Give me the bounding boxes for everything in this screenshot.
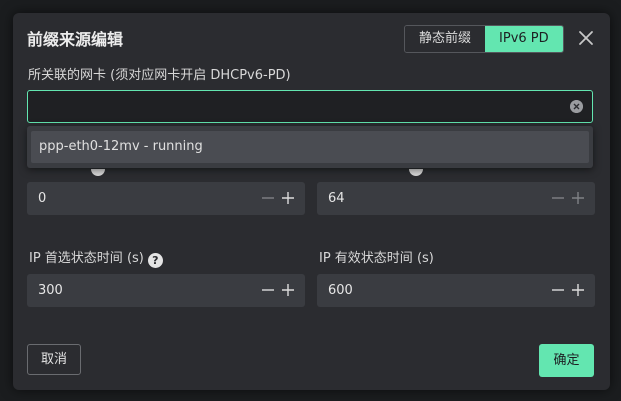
interface-select[interactable] [27, 90, 593, 123]
plus-icon[interactable] [281, 190, 295, 206]
clear-icon[interactable] [570, 100, 583, 113]
help-icon[interactable] [409, 169, 423, 176]
dialog-title: 前缀来源编辑 [27, 30, 124, 49]
valid-lifetime-label: IP 有效状态时间 (s) [319, 251, 434, 266]
prefix-field-b-value: 64 [328, 191, 345, 206]
minus-icon[interactable] [551, 282, 565, 298]
tab-ipv6-pd[interactable]: IPv6 PD [485, 26, 563, 52]
preferred-lifetime-value: 300 [38, 283, 63, 298]
cancel-button[interactable]: 取消 [27, 344, 81, 375]
help-icon[interactable]: ? [147, 253, 163, 268]
source-type-toggle: 静态前缀 IPv6 PD [404, 25, 564, 53]
valid-lifetime-input[interactable]: 600 [317, 274, 595, 307]
tab-static-prefix[interactable]: 静态前缀 [405, 26, 486, 52]
dropdown-option[interactable]: ppp-eth0-12mv - running [31, 131, 589, 163]
plus-icon[interactable] [571, 282, 585, 298]
help-icon[interactable] [91, 169, 105, 176]
confirm-button[interactable]: 确定 [539, 344, 594, 377]
prefix-field-a-value: 0 [38, 191, 47, 206]
close-icon[interactable] [576, 28, 596, 48]
prefix-source-dialog: 前缀来源编辑 静态前缀 IPv6 PD 所关联的网卡 (须对应网卡开启 DHCP… [13, 13, 610, 390]
interface-dropdown: ppp-eth0-12mv - running [27, 126, 593, 168]
prefix-field-b[interactable]: 64 [317, 182, 595, 215]
interface-label: 所关联的网卡 (须对应网卡开启 DHCPv6-PD) [28, 68, 291, 83]
minus-icon[interactable] [551, 190, 565, 206]
preferred-lifetime-label: IP 首选状态时间 (s)? [29, 247, 163, 268]
preferred-lifetime-input[interactable]: 300 [27, 274, 305, 307]
prefix-field-a[interactable]: 0 [27, 182, 305, 215]
valid-lifetime-value: 600 [328, 283, 353, 298]
preferred-lifetime-text: IP 首选状态时间 (s) [29, 251, 144, 266]
plus-icon[interactable] [571, 190, 585, 206]
minus-icon[interactable] [261, 282, 275, 298]
plus-icon[interactable] [281, 282, 295, 298]
minus-icon[interactable] [261, 190, 275, 206]
